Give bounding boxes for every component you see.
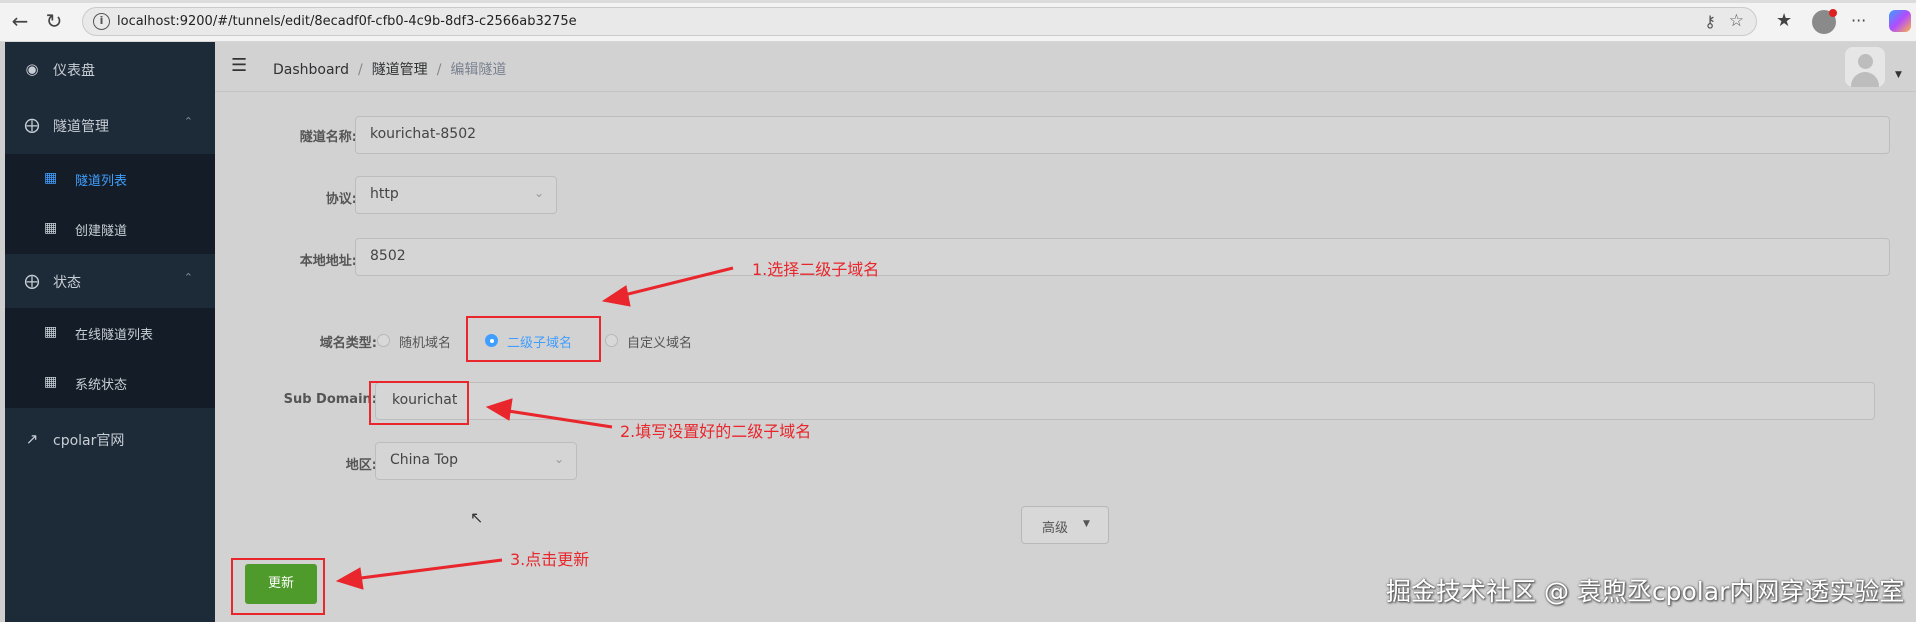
sidebar-item-system-status[interactable]: ▦ 系统状态 (5, 358, 215, 408)
notification-dot (1829, 9, 1837, 17)
sidebar-item-dashboard[interactable]: ◉ 仪表盘 (5, 42, 215, 96)
local-address-label: 本地地址: (299, 254, 357, 269)
protocol-value: http (370, 186, 399, 202)
annotation-box-update-button (231, 558, 325, 615)
advanced-button[interactable]: 高级 ▼ (1021, 506, 1109, 544)
sidebar-item-tunnel-management[interactable]: ⨁ 隧道管理 ⌃ (5, 98, 215, 152)
sidebar-item-label: 隧道管理 (53, 119, 109, 135)
address-bar[interactable]: i localhost:9200/#/tunnels/edit/8ecadf0f… (82, 7, 1757, 36)
back-icon[interactable]: ← (8, 9, 32, 33)
sidebar-item-cpolar-site[interactable]: ↗ cpolar官网 (5, 412, 215, 466)
sidebar-item-create-tunnel[interactable]: ▦ 创建隧道 (5, 204, 215, 254)
annotation-box-subdomain-input (369, 381, 469, 425)
subdomain-label: Sub Domain: (283, 392, 377, 407)
favorites-icon[interactable]: ★ (1776, 10, 1792, 32)
submenu-status: ▦ 在线隧道列表 ▦ 系统状态 (5, 308, 215, 408)
annotation-step2: 2.填写设置好的二级子域名 (620, 422, 812, 441)
tunnel-name-label: 隧道名称: (299, 130, 357, 145)
sidebar-item-label: 状态 (53, 275, 81, 291)
protocol-label: 协议: (325, 192, 357, 207)
menu-toggle-icon[interactable]: ☰ (231, 57, 247, 75)
region-value: China Top (390, 452, 459, 468)
site-info-icon[interactable]: i (93, 13, 110, 30)
local-address-input[interactable]: 8502 (355, 238, 1890, 276)
breadcrumb-dashboard[interactable]: Dashboard (273, 62, 349, 78)
watermark-text: 掘金技术社区 @ 袁煦丞cpolar内网穿透实验室 (1386, 577, 1905, 606)
submenu-tunnel-management: ▦ 隧道列表 ▦ 创建隧道 (5, 154, 215, 254)
annotation-step3: 3.点击更新 (510, 550, 590, 569)
tab-strip (0, 0, 1916, 3)
radio-dot (377, 334, 390, 347)
grid-icon: ▦ (44, 220, 58, 236)
breadcrumb-edit-tunnel: 编辑隧道 (450, 62, 507, 78)
grid-icon: ▦ (44, 374, 58, 390)
sidebar-item-label: 系统状态 (75, 378, 128, 393)
plus-circle-icon: ⨁ (24, 272, 40, 290)
breadcrumb: Dashboard / 隧道管理 / 编辑隧道 (273, 62, 507, 78)
advanced-label: 高级 (1042, 521, 1069, 536)
radio-label: 自定义域名 (627, 336, 693, 351)
top-bar: ☰ Dashboard / 隧道管理 / 编辑隧道 ▼ (215, 42, 1916, 92)
sidebar-item-label: 仪表盘 (53, 63, 95, 79)
domain-type-label: 域名类型: (319, 336, 377, 351)
dashboard-icon: ◉ (25, 60, 39, 78)
more-icon[interactable]: ··· (1851, 10, 1866, 32)
chevron-down-icon: ⌄ (533, 186, 544, 200)
radio-dot (605, 334, 618, 347)
chevron-up-icon: ⌃ (183, 115, 193, 128)
annotation-step1: 1.选择二级子域名 (752, 260, 880, 279)
reload-icon[interactable]: ↻ (42, 9, 66, 33)
chevron-down-icon: ⌄ (553, 452, 564, 466)
region-select[interactable]: China Top ⌄ (375, 442, 577, 480)
sidebar-item-label: 隧道列表 (75, 174, 128, 189)
sidebar-item-label: 在线隧道列表 (75, 328, 154, 343)
chevron-up-icon: ⌃ (183, 271, 193, 284)
plus-circle-icon: ⨁ (24, 116, 40, 134)
sidebar-item-label: 创建隧道 (75, 224, 128, 239)
star-icon[interactable]: ☆ (1729, 11, 1744, 31)
protocol-select[interactable]: http ⌄ (355, 176, 557, 214)
sidebar-item-tunnel-list[interactable]: ▦ 隧道列表 (5, 154, 215, 204)
grid-icon: ▦ (44, 324, 58, 340)
external-link-icon: ↗ (25, 430, 39, 448)
url-text: localhost:9200/#/tunnels/edit/8ecadf0f-c… (117, 14, 577, 29)
sidebar: ◉ 仪表盘 ⨁ 隧道管理 ⌃ ▦ 隧道列表 ▦ 创建隧道 ⨁ 状态 ⌃ ▦ 在线… (5, 42, 215, 622)
mouse-cursor-icon: ↖ (470, 508, 484, 527)
breadcrumb-tunnel-management[interactable]: 隧道管理 (372, 62, 428, 78)
local-address-value: 8502 (370, 248, 406, 264)
key-icon[interactable]: ⚷ (1704, 12, 1716, 31)
copilot-icon[interactable] (1889, 10, 1911, 32)
tunnel-name-value: kourichat-8502 (370, 126, 477, 142)
tunnel-name-input[interactable]: kourichat-8502 (355, 116, 1890, 154)
sidebar-item-online-tunnels[interactable]: ▦ 在线隧道列表 (5, 308, 215, 358)
caret-down-icon: ▼ (1083, 519, 1090, 529)
browser-toolbar: ← ↻ i localhost:9200/#/tunnels/edit/8eca… (0, 0, 1916, 42)
subdomain-input[interactable]: kourichat (375, 382, 1875, 420)
region-label: 地区: (345, 458, 377, 473)
caret-down-icon[interactable]: ▼ (1895, 70, 1902, 80)
sidebar-item-label: cpolar官网 (53, 433, 125, 449)
grid-icon: ▦ (44, 170, 58, 186)
user-avatar[interactable] (1845, 47, 1885, 87)
sidebar-item-status[interactable]: ⨁ 状态 ⌃ (5, 254, 215, 308)
annotation-box-subdomain-radio (466, 316, 601, 362)
radio-label: 随机域名 (399, 336, 452, 351)
